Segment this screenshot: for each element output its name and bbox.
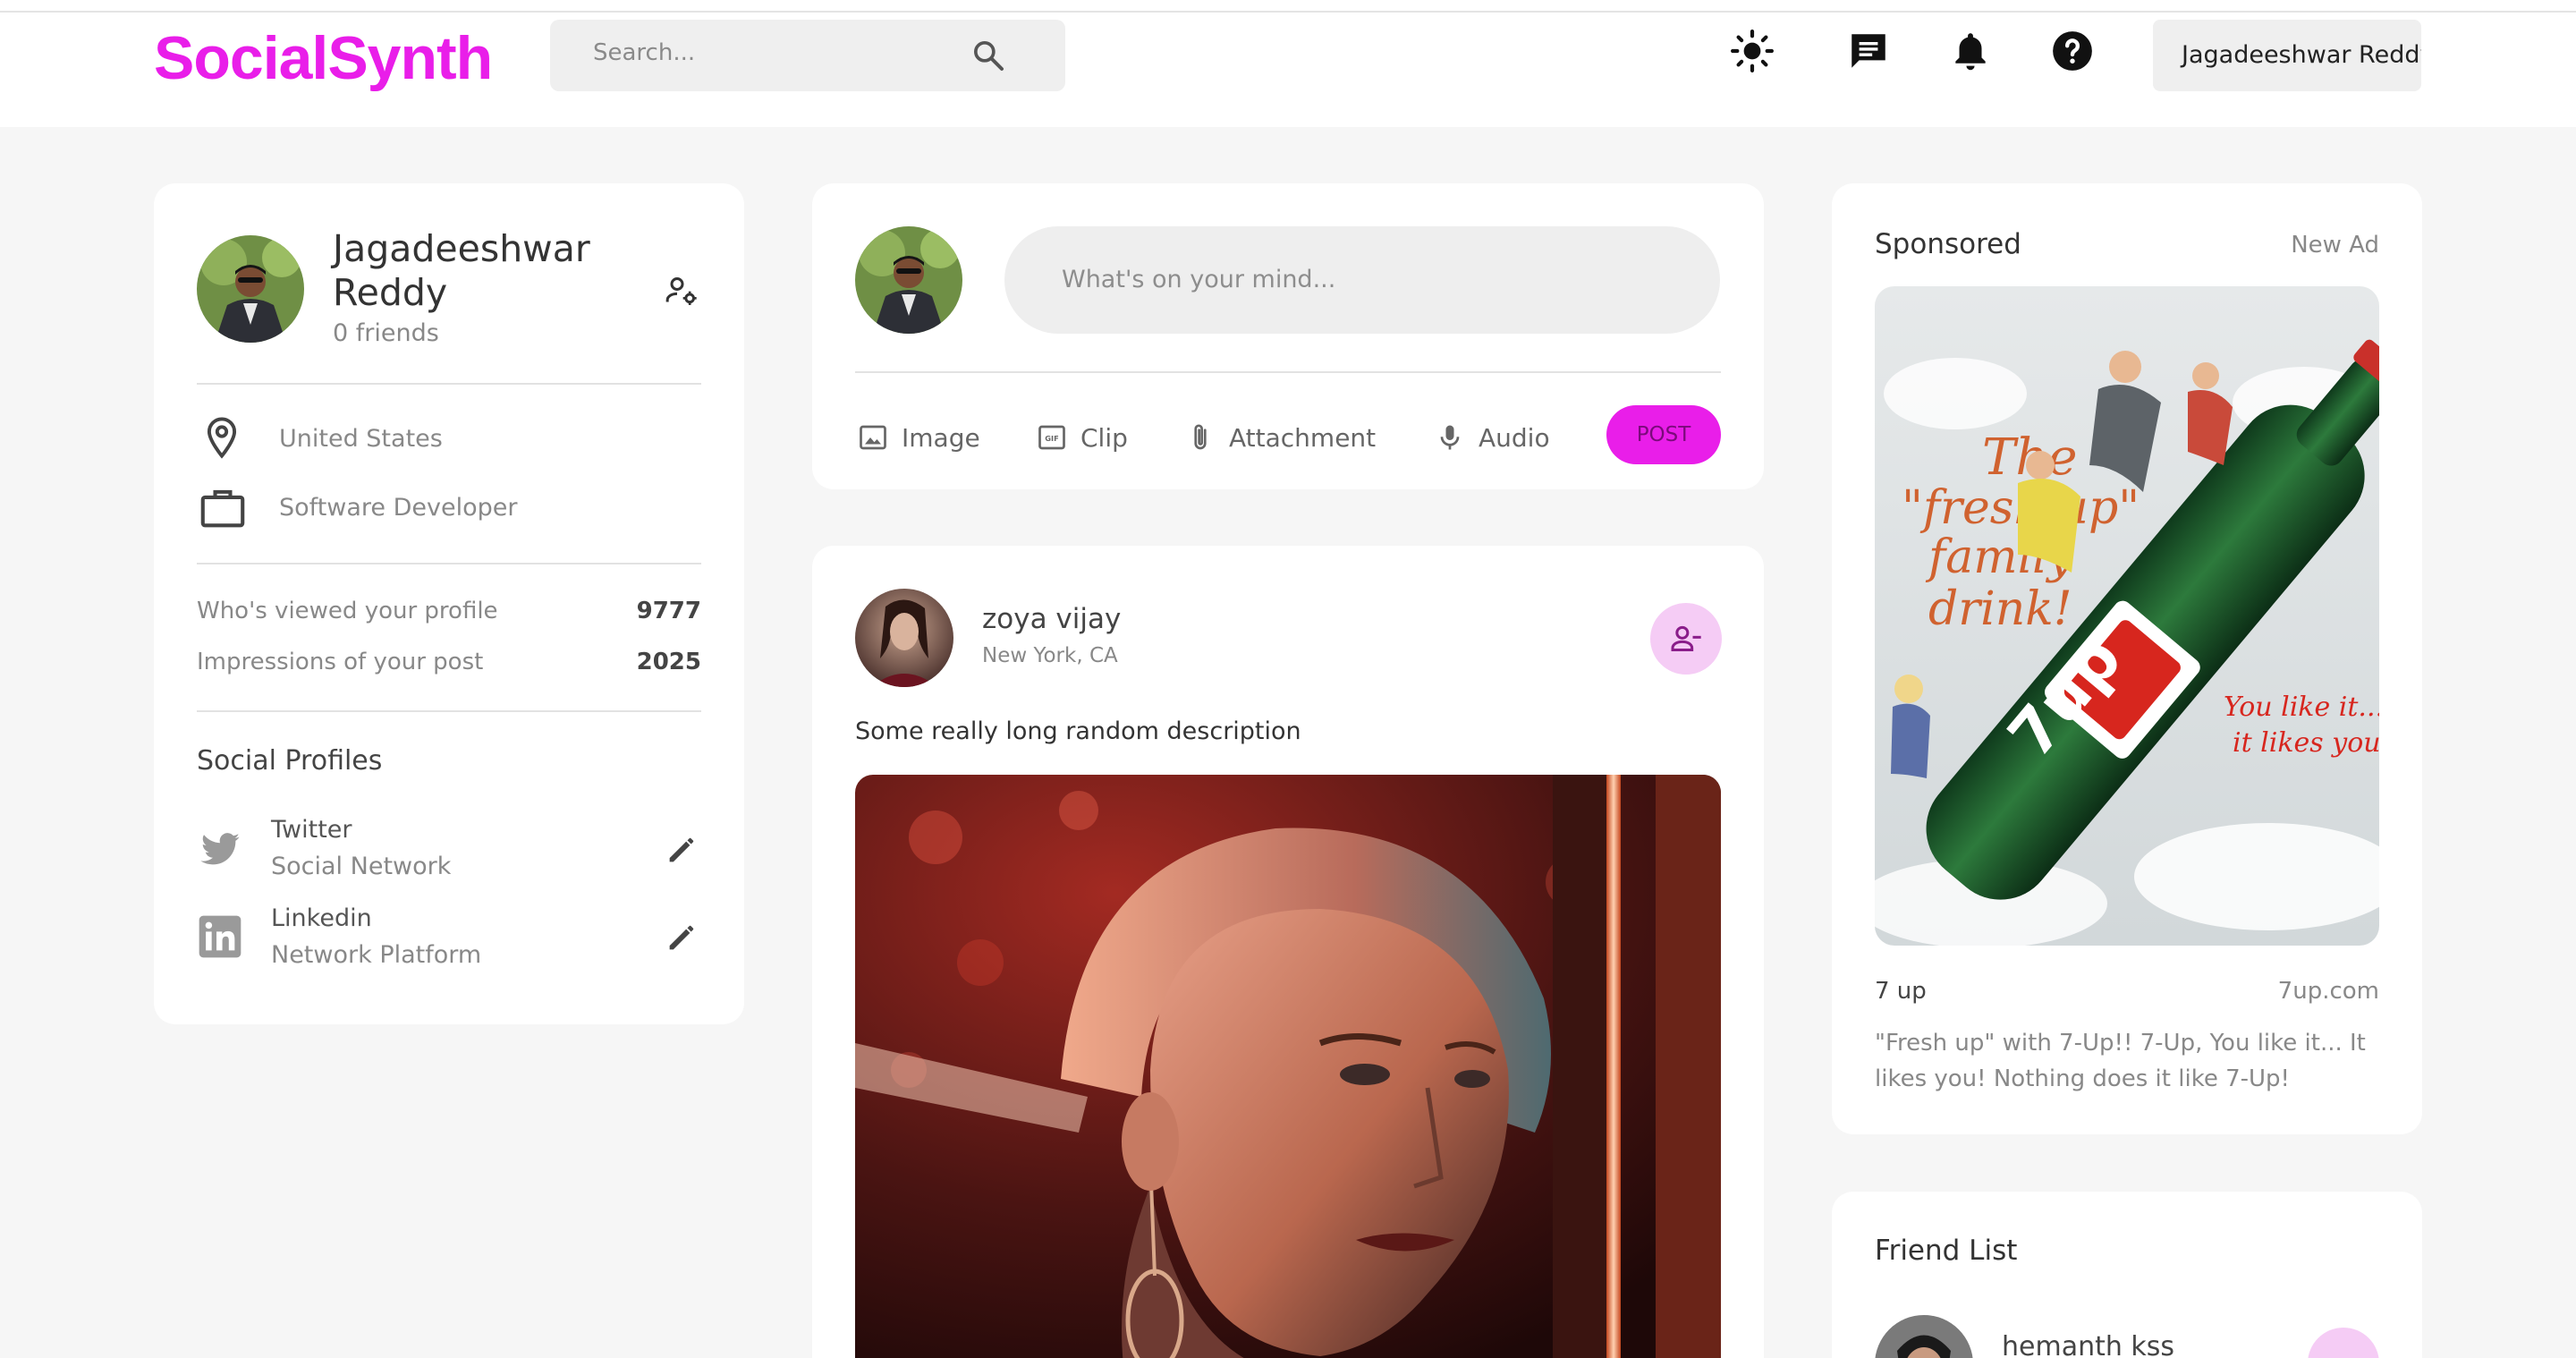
stat-label: Who's viewed your profile: [197, 598, 498, 624]
user-menu-label: Jagadeeshwar Reddy: [2182, 41, 2421, 69]
post-author-name[interactable]: zoya vijay: [982, 603, 1121, 635]
profile-friends-count: 0 friends: [333, 319, 439, 347]
microphone-icon: [1440, 425, 1460, 450]
search-input[interactable]: Search...: [593, 39, 695, 66]
remove-friend-button[interactable]: [1650, 603, 1722, 675]
light-mode-icon[interactable]: [1730, 29, 1775, 73]
search-icon[interactable]: [970, 38, 1006, 73]
gif-icon: GIF: [1038, 425, 1065, 450]
ad-tagline-2: it likes you.: [2233, 727, 2379, 759]
ad-name: 7 up: [1875, 978, 1927, 1005]
social-name: Twitter: [271, 816, 352, 844]
stat-value: 2025: [636, 649, 701, 675]
linkedin-icon: [199, 915, 242, 958]
profile-name-first[interactable]: Jagadeeshwar: [333, 226, 590, 271]
profile-card: Jagadeeshwar Reddy 0 friends United Stat…: [154, 183, 744, 1024]
post-image[interactable]: [855, 775, 1721, 1358]
social-profiles-title: Social Profiles: [197, 745, 383, 777]
ad-description-line1: "Fresh up" with 7-Up!! 7-Up, You like it…: [1875, 1030, 2366, 1057]
twitter-icon: [200, 833, 240, 865]
sponsored-card: Sponsored New Ad The "fresh up" family: [1832, 183, 2422, 1134]
tool-label: Attachment: [1229, 423, 1377, 453]
composer-divider: [855, 371, 1721, 373]
post-description: Some really long random description: [855, 717, 1301, 745]
remove-friend-icon: [1671, 625, 1701, 651]
tool-label: Audio: [1479, 423, 1550, 453]
post-button[interactable]: POST: [1606, 405, 1721, 464]
remove-friend-button[interactable]: [2308, 1328, 2379, 1358]
image-icon: [860, 425, 886, 450]
ad-description-line2: likes you! Nothing does it like 7-Up!: [1875, 1065, 2290, 1092]
stat-label: Impressions of your post: [197, 649, 484, 675]
stat-value: 9777: [636, 598, 701, 624]
work-icon: [200, 489, 245, 528]
manage-account-icon[interactable]: [664, 273, 699, 309]
ad-site[interactable]: 7up.com: [2278, 978, 2379, 1005]
post-button-label: POST: [1636, 423, 1691, 446]
new-ad-link[interactable]: New Ad: [2291, 232, 2379, 259]
search-box[interactable]: Search...: [550, 20, 1065, 91]
friend-name[interactable]: hemanth kss: [2002, 1331, 2174, 1358]
friend-list-card: Friend List hemanth kss: [1832, 1192, 2422, 1358]
ad-image[interactable]: The "fresh up" family drink! 7up You lik…: [1875, 286, 2379, 946]
svg-text:GIF: GIF: [1045, 434, 1058, 443]
feed-post-card: zoya vijay New York, CA Some really long…: [812, 546, 1764, 1358]
profile-avatar[interactable]: [197, 235, 304, 343]
edit-icon[interactable]: [664, 920, 699, 955]
tool-label: Image: [902, 423, 980, 453]
tool-label: Clip: [1080, 423, 1128, 453]
app-logo[interactable]: SocialSynth: [154, 23, 493, 93]
messages-icon[interactable]: [1846, 29, 1891, 73]
social-type: Social Network: [271, 853, 452, 880]
post-input-placeholder: What's on your mind...: [1062, 266, 1336, 293]
profile-location: United States: [279, 425, 443, 453]
post-author-avatar[interactable]: [855, 589, 953, 687]
friend-avatar[interactable]: [1875, 1315, 1973, 1358]
profile-divider-2: [197, 563, 701, 564]
social-type: Network Platform: [271, 941, 482, 969]
ad-headline-4: drink!: [1928, 582, 2072, 636]
post-author-location: New York, CA: [982, 644, 1118, 667]
post-text-input[interactable]: What's on your mind...: [1004, 226, 1720, 334]
paperclip-icon: [1194, 424, 1207, 450]
window-top-edge: [0, 0, 2576, 13]
profile-name-last[interactable]: Reddy: [333, 270, 447, 315]
post-composer-card: What's on your mind... Image GIF Clip At…: [812, 183, 1764, 489]
profile-divider-3: [197, 710, 701, 712]
ad-tagline-1: You like it...: [2224, 692, 2379, 723]
edit-icon[interactable]: [664, 832, 699, 868]
profile-divider-1: [197, 383, 701, 385]
profile-occupation: Software Developer: [279, 494, 518, 522]
user-menu-button[interactable]: Jagadeeshwar Reddy: [2153, 20, 2421, 91]
top-navbar: SocialSynth Search... Jagadeeshwar Reddy: [0, 13, 2576, 127]
composer-avatar[interactable]: [855, 226, 962, 334]
friend-list-title: Friend List: [1875, 1235, 2018, 1267]
notifications-icon[interactable]: [1948, 29, 1993, 73]
social-name: Linkedin: [271, 904, 372, 932]
location-icon: [207, 417, 237, 459]
help-icon[interactable]: [2050, 29, 2095, 73]
sponsored-title: Sponsored: [1875, 228, 2021, 260]
